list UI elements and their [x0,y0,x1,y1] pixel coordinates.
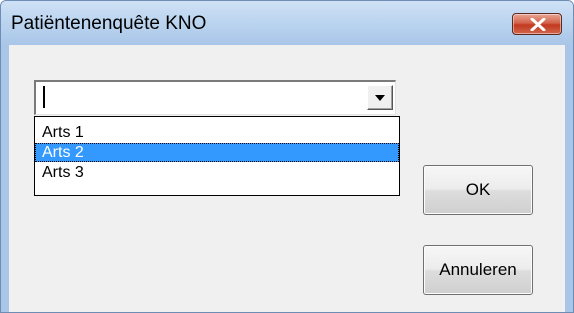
window-title: Patiëntenenquête KNO [11,13,207,34]
list-item-arts-2[interactable]: Arts 2 [35,143,399,162]
doctor-combobox[interactable] [34,80,396,115]
combobox-input[interactable] [41,86,341,110]
close-x-icon [530,18,546,31]
text-cursor [43,86,45,108]
dropdown-list: Arts 1 Arts 2 Arts 3 [34,116,400,196]
combobox-dropdown-button[interactable] [367,85,393,110]
ok-button[interactable]: OK [423,165,533,215]
list-item-arts-3[interactable]: Arts 3 [35,163,399,182]
list-item-arts-1[interactable]: Arts 1 [35,123,399,142]
cancel-button[interactable]: Annuleren [423,245,533,295]
dialog-window: Patiëntenenquête KNO Arts 1 Arts 2 Arts … [0,0,574,313]
close-button[interactable] [512,13,562,35]
title-bar[interactable]: Patiëntenenquête KNO [1,1,573,45]
dialog-client-area: Arts 1 Arts 2 Arts 3 OK Annuleren [9,45,565,312]
chevron-down-icon [375,95,385,101]
